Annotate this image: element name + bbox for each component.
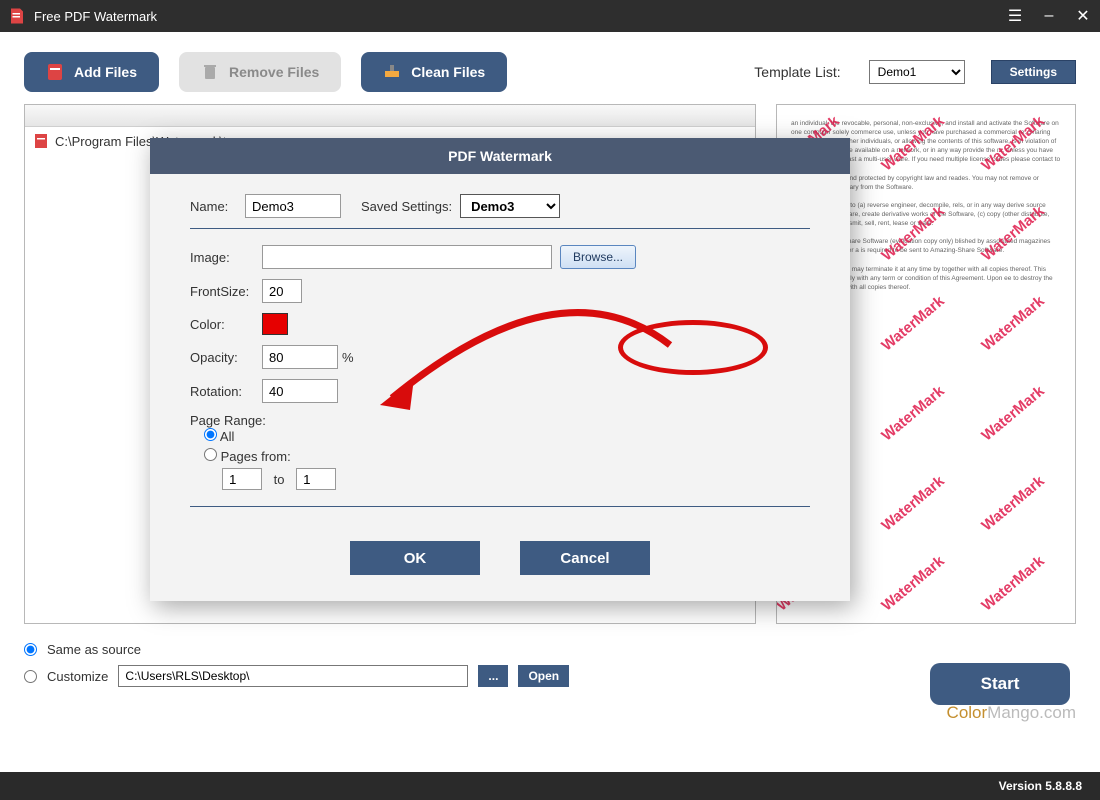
pdf-icon bbox=[33, 133, 49, 149]
add-files-button[interactable]: Add Files bbox=[24, 52, 159, 92]
image-path-input[interactable] bbox=[262, 245, 552, 269]
rotation-label: Rotation: bbox=[190, 384, 262, 399]
clean-files-label: Clean Files bbox=[411, 64, 485, 80]
color-label: Color: bbox=[190, 317, 262, 332]
version-label: Version 5.8.8.8 bbox=[999, 779, 1082, 793]
add-files-label: Add Files bbox=[74, 64, 137, 80]
browse-image-button[interactable]: Browse... bbox=[560, 245, 636, 269]
template-list-select[interactable]: Demo1 bbox=[869, 60, 965, 84]
settings-button[interactable]: Settings bbox=[991, 60, 1076, 84]
clean-files-button[interactable]: Clean Files bbox=[361, 52, 507, 92]
template-list-label: Template List: bbox=[754, 64, 840, 80]
dialog-title: PDF Watermark bbox=[150, 138, 850, 174]
start-button[interactable]: Start bbox=[930, 663, 1070, 705]
ok-button[interactable]: OK bbox=[350, 541, 480, 575]
name-input[interactable] bbox=[245, 194, 341, 218]
frontsize-input[interactable] bbox=[262, 279, 302, 303]
page-from-input[interactable] bbox=[222, 468, 262, 490]
file-list-header bbox=[25, 105, 755, 127]
color-swatch[interactable] bbox=[262, 313, 288, 335]
window-title: Free PDF Watermark bbox=[34, 9, 1006, 24]
opacity-input[interactable] bbox=[262, 345, 338, 369]
watermark-settings-dialog: PDF Watermark Name: Saved Settings: Demo… bbox=[150, 138, 850, 601]
range-all-label: All bbox=[220, 429, 234, 444]
saved-settings-label: Saved Settings: bbox=[361, 199, 452, 214]
cancel-button[interactable]: Cancel bbox=[520, 541, 650, 575]
range-pages-radio[interactable] bbox=[204, 448, 217, 461]
opacity-unit: % bbox=[342, 350, 354, 365]
app-logo-icon bbox=[8, 7, 26, 25]
same-as-source-label: Same as source bbox=[47, 642, 141, 657]
brand-text: ColorMango.com bbox=[0, 703, 1100, 723]
range-all-radio[interactable] bbox=[204, 428, 217, 441]
toolbar: Add Files Remove Files Clean Files Templ… bbox=[0, 32, 1100, 104]
opacity-label: Opacity: bbox=[190, 350, 262, 365]
image-label: Image: bbox=[190, 250, 262, 265]
same-as-source-radio[interactable] bbox=[24, 643, 37, 656]
page-to-input[interactable] bbox=[296, 468, 336, 490]
menu-icon[interactable]: ☰ bbox=[1006, 7, 1024, 25]
customize-path-input[interactable] bbox=[118, 665, 468, 687]
broom-icon bbox=[383, 63, 401, 81]
close-button[interactable]: ✕ bbox=[1074, 7, 1092, 25]
to-label: to bbox=[274, 472, 285, 487]
saved-settings-select[interactable]: Demo3 bbox=[460, 194, 560, 218]
open-path-button[interactable]: Open bbox=[518, 665, 569, 687]
range-pages-label: Pages from: bbox=[221, 449, 291, 464]
trash-icon bbox=[201, 63, 219, 81]
name-label: Name: bbox=[190, 199, 245, 214]
status-bar: Version 5.8.8.8 bbox=[0, 772, 1100, 800]
customize-radio[interactable] bbox=[24, 670, 37, 683]
add-files-icon bbox=[46, 63, 64, 81]
frontsize-label: FrontSize: bbox=[190, 284, 262, 299]
browse-path-button[interactable]: ... bbox=[478, 665, 508, 687]
rotation-input[interactable] bbox=[262, 379, 338, 403]
remove-files-label: Remove Files bbox=[229, 64, 319, 80]
titlebar: Free PDF Watermark ☰ – ✕ bbox=[0, 0, 1100, 32]
remove-files-button[interactable]: Remove Files bbox=[179, 52, 341, 92]
minimize-button[interactable]: – bbox=[1040, 7, 1058, 25]
page-range-label: Page Range: bbox=[190, 413, 810, 428]
customize-label: Customize bbox=[47, 669, 108, 684]
